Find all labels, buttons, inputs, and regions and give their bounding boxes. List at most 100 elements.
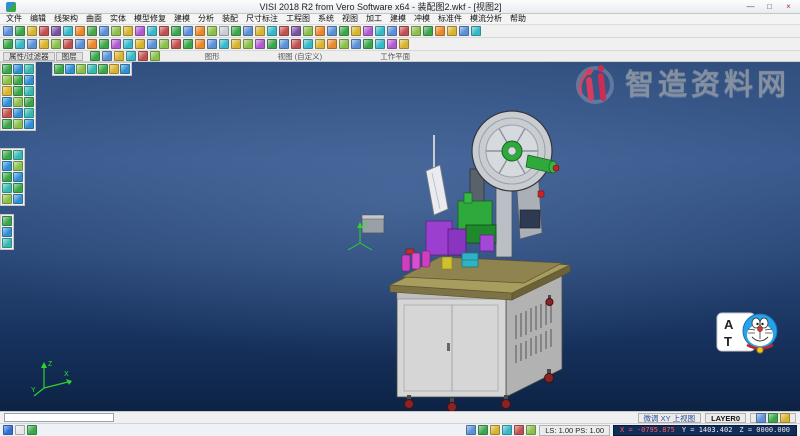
toolbar-icon[interactable] bbox=[123, 26, 133, 36]
panel-tab[interactable]: 图层 bbox=[56, 52, 83, 61]
toolbar-icon[interactable] bbox=[2, 194, 12, 204]
toolbar-icon[interactable] bbox=[13, 108, 23, 118]
toolbar-icon[interactable] bbox=[327, 26, 337, 36]
toolbar-icon[interactable] bbox=[24, 75, 34, 85]
menu-item[interactable]: 建模 bbox=[386, 14, 410, 24]
toolbar-icon[interactable] bbox=[2, 161, 12, 171]
toolbar-icon[interactable] bbox=[39, 26, 49, 36]
toolbar-icon[interactable] bbox=[27, 26, 37, 36]
menu-item[interactable]: 曲面 bbox=[82, 14, 106, 24]
toolbar-icon[interactable] bbox=[267, 39, 277, 49]
toolbar-icon[interactable] bbox=[315, 39, 325, 49]
toolbar-icon[interactable] bbox=[135, 39, 145, 49]
toolbar-icon[interactable] bbox=[339, 26, 349, 36]
toolbar-icon[interactable] bbox=[195, 26, 205, 36]
toolbar-icon[interactable] bbox=[339, 39, 349, 49]
toolbar-icon[interactable] bbox=[303, 26, 313, 36]
toolbar-icon[interactable] bbox=[13, 161, 23, 171]
toolbar-icon[interactable] bbox=[51, 39, 61, 49]
toolbar-icon[interactable] bbox=[63, 26, 73, 36]
toolbar-icon[interactable] bbox=[183, 26, 193, 36]
toolbar-icon[interactable] bbox=[399, 39, 409, 49]
toolbar-icon[interactable] bbox=[75, 26, 85, 36]
status-icon[interactable] bbox=[478, 425, 488, 435]
menu-item[interactable]: 文件 bbox=[2, 14, 26, 24]
toolbar-icon[interactable] bbox=[279, 39, 289, 49]
toolbar-icon[interactable] bbox=[24, 97, 34, 107]
toolbar-icon[interactable] bbox=[15, 26, 25, 36]
status-icon[interactable] bbox=[15, 425, 25, 435]
menu-item[interactable]: 帮助 bbox=[506, 14, 530, 24]
toolbar-icon[interactable] bbox=[315, 26, 325, 36]
view-mode-segment[interactable]: 微调 XY 上视图 bbox=[638, 413, 702, 423]
menu-item[interactable]: 尺寸标注 bbox=[242, 14, 282, 24]
toolbar-icon[interactable] bbox=[171, 39, 181, 49]
toolbar-icon[interactable] bbox=[2, 119, 12, 129]
toolbar-icon[interactable] bbox=[423, 26, 433, 36]
close-button[interactable]: × bbox=[779, 0, 798, 13]
toolbar-icon[interactable] bbox=[219, 26, 229, 36]
toolbar-icon[interactable] bbox=[207, 26, 217, 36]
toolbar-icon[interactable] bbox=[147, 26, 157, 36]
menu-item[interactable]: 分析 bbox=[194, 14, 218, 24]
menu-item[interactable]: 工程图 bbox=[282, 14, 314, 24]
status-icon[interactable] bbox=[756, 413, 766, 423]
toolbar-icon[interactable] bbox=[2, 183, 12, 193]
toolbar-icon[interactable] bbox=[171, 26, 181, 36]
toolbar-icon[interactable] bbox=[291, 39, 301, 49]
toolbar-icon[interactable] bbox=[159, 26, 169, 36]
toolbar-icon[interactable] bbox=[375, 39, 385, 49]
toolbar-icon[interactable] bbox=[2, 75, 12, 85]
status-icon[interactable] bbox=[780, 413, 790, 423]
toolbar-icon[interactable] bbox=[24, 86, 34, 96]
toolbar-icon[interactable] bbox=[51, 26, 61, 36]
toolbar-icon[interactable] bbox=[54, 64, 64, 74]
menu-item[interactable]: 装配 bbox=[218, 14, 242, 24]
viewport-3d[interactable]: Z Z X Y 智造资料网 bbox=[0, 62, 800, 411]
toolbar-icon[interactable] bbox=[111, 39, 121, 49]
toolbar-icon[interactable] bbox=[195, 39, 205, 49]
toolbar-icon[interactable] bbox=[24, 64, 34, 74]
toolbar-icon[interactable] bbox=[65, 64, 75, 74]
status-icon[interactable] bbox=[466, 425, 476, 435]
toolbar-icon[interactable] bbox=[2, 86, 12, 96]
machine-model[interactable]: Z bbox=[340, 73, 600, 411]
toolbar-icon[interactable] bbox=[13, 119, 23, 129]
toolbar-icon[interactable] bbox=[267, 26, 277, 36]
status-icon[interactable] bbox=[490, 425, 500, 435]
toolbar-icon[interactable] bbox=[2, 216, 12, 226]
menu-item[interactable]: 线架构 bbox=[50, 14, 82, 24]
toolbar-icon[interactable] bbox=[327, 39, 337, 49]
toolbar-icon[interactable] bbox=[13, 150, 23, 160]
toolbar-icon[interactable] bbox=[2, 227, 12, 237]
toolbar-icon[interactable] bbox=[255, 26, 265, 36]
toolbar-icon[interactable] bbox=[459, 26, 469, 36]
status-icon[interactable] bbox=[3, 425, 13, 435]
toolbar-icon[interactable] bbox=[75, 39, 85, 49]
toolbar-icon[interactable] bbox=[13, 75, 23, 85]
toolbar-icon[interactable] bbox=[3, 26, 13, 36]
toolbar-icon[interactable] bbox=[76, 64, 86, 74]
toolbar-icon[interactable] bbox=[363, 26, 373, 36]
active-layer-segment[interactable]: LAYER0 bbox=[705, 413, 746, 423]
toolbar-icon[interactable] bbox=[63, 39, 73, 49]
toolbar-icon[interactable] bbox=[447, 26, 457, 36]
status-icon[interactable] bbox=[502, 425, 512, 435]
menu-item[interactable]: 视图 bbox=[338, 14, 362, 24]
toolbar-icon[interactable] bbox=[231, 39, 241, 49]
toolbar-icon[interactable] bbox=[15, 39, 25, 49]
toolbar-icon[interactable] bbox=[13, 86, 23, 96]
toolbar-icon[interactable] bbox=[2, 172, 12, 182]
toolbar-icon[interactable] bbox=[87, 26, 97, 36]
toolbar-icon[interactable] bbox=[111, 26, 121, 36]
toolbar-icon[interactable] bbox=[387, 39, 397, 49]
toolbar-icon[interactable] bbox=[13, 97, 23, 107]
toolbar-icon[interactable] bbox=[399, 26, 409, 36]
toolbar-icon[interactable] bbox=[13, 194, 23, 204]
toolbar-icon[interactable] bbox=[2, 64, 12, 74]
menu-item[interactable]: 模流分析 bbox=[466, 14, 506, 24]
toolbar-icon[interactable] bbox=[120, 64, 130, 74]
toolbar-icon[interactable] bbox=[109, 64, 119, 74]
toolbar-icon[interactable] bbox=[219, 39, 229, 49]
toolbar-icon[interactable] bbox=[24, 108, 34, 118]
